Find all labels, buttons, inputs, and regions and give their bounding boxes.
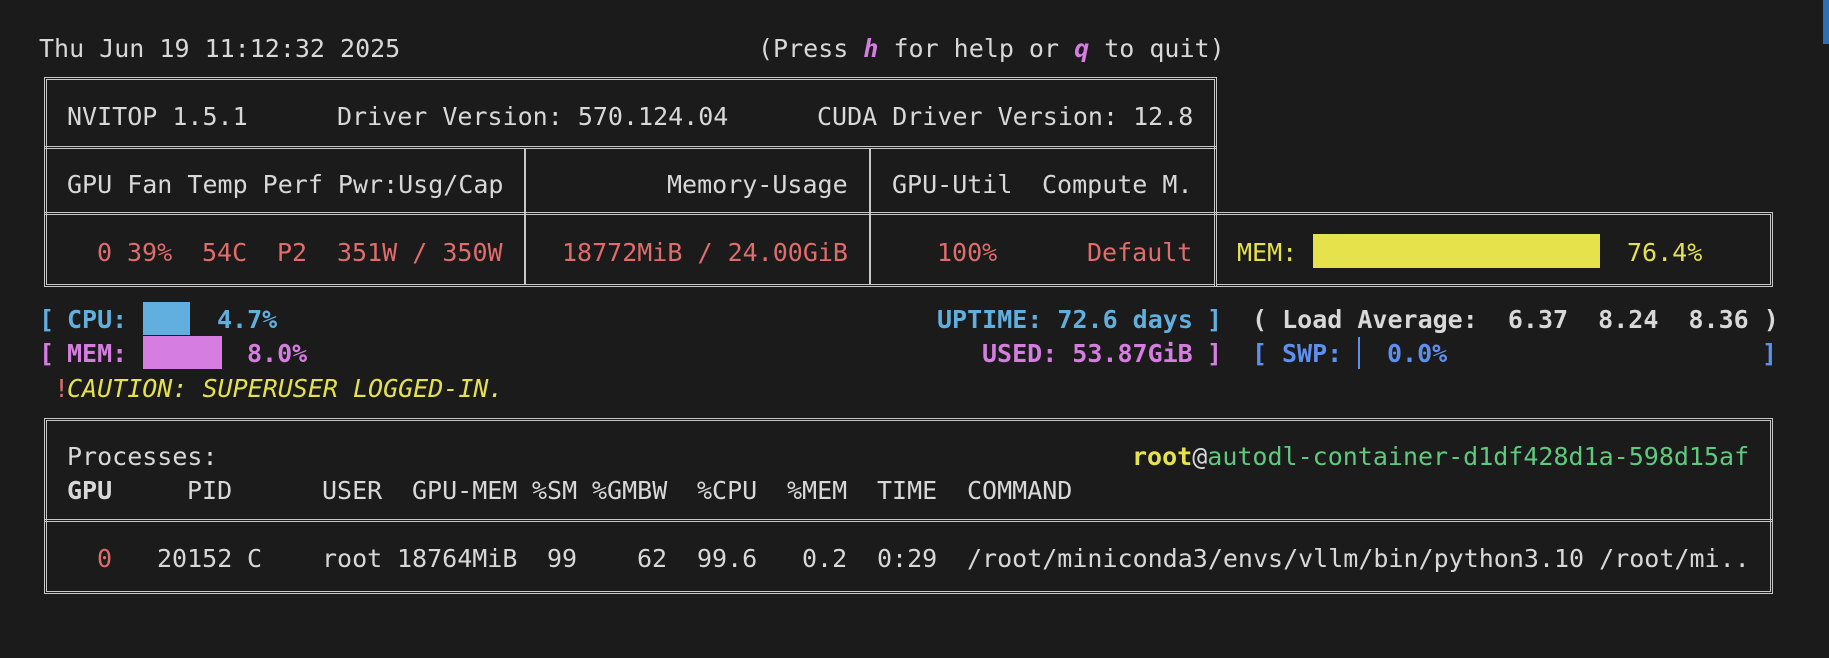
gpu-index: 0 xyxy=(97,238,113,267)
proc-gpu-mem: 18764MiB xyxy=(397,544,518,573)
header-gpu-util: GPU-Util xyxy=(892,170,1013,199)
swp-bar xyxy=(1358,337,1360,369)
proc-sm: 99 xyxy=(547,544,578,573)
col-mem: %MEM xyxy=(787,476,848,505)
scrollbar-thumb[interactable] xyxy=(1823,0,1829,44)
swp-label: SWP: xyxy=(1282,339,1343,368)
col-cpu: %CPU xyxy=(697,476,758,505)
col-gpu: GPU xyxy=(67,476,113,505)
proc-gmbw: 62 xyxy=(637,544,668,573)
proc-time: 0:29 xyxy=(877,544,938,573)
col-gpu-mem: GPU-MEM xyxy=(412,476,518,505)
col-user: USER xyxy=(322,476,383,505)
uptime: UPTIME: 72.6 days xyxy=(937,305,1193,334)
proc-gpu: 0 xyxy=(97,544,113,573)
caution-message: CAUTION: SUPERUSER LOGGED-IN. xyxy=(67,374,504,403)
host-mem-label: MEM: xyxy=(67,339,128,368)
header-gpu-fan-temp: GPU Fan Temp Perf Pwr:Usg/Cap xyxy=(67,170,504,199)
col-command: COMMAND xyxy=(967,476,1073,505)
header-compute-mode: Compute M. xyxy=(1042,170,1193,199)
help-hint: (Press h for help or q to quit) xyxy=(758,34,1225,63)
user-host: root@autodl-container-d1df428d1a-598d15a… xyxy=(1132,442,1750,471)
divider xyxy=(44,212,1217,215)
proc-user: root xyxy=(322,544,383,573)
perf-state: P2 xyxy=(277,238,308,267)
divider xyxy=(44,146,1217,149)
cpu-bar xyxy=(143,302,190,335)
proc-type: C xyxy=(247,544,263,573)
divider xyxy=(524,148,526,284)
proc-cpu: 99.6 xyxy=(697,544,758,573)
driver-version: Driver Version: 570.124.04 xyxy=(337,102,729,131)
host-mem-bar xyxy=(143,336,222,369)
gpu-util: 100% xyxy=(937,238,998,267)
help-key: h xyxy=(863,34,879,63)
datetime: Thu Jun 19 11:12:32 2025 xyxy=(39,34,401,63)
host-mem-percent: 8.0% xyxy=(247,339,308,368)
header-memory-usage: Memory-Usage xyxy=(667,170,848,199)
swp-open-bracket: [ xyxy=(1252,339,1268,368)
divider xyxy=(869,148,871,284)
uptime-close-bracket: ] xyxy=(1207,305,1223,334)
swp-percent: 0.0% xyxy=(1387,339,1448,368)
gpu-mem-label: MEM: xyxy=(1237,238,1298,267)
mem-used: USED: 53.87GiB xyxy=(982,339,1193,368)
proc-command: /root/miniconda3/envs/vllm/bin/python3.1… xyxy=(967,544,1750,573)
used-close-bracket: ] xyxy=(1207,339,1223,368)
processes-title: Processes: xyxy=(67,442,218,471)
nvitop-version: NVITOP 1.5.1 xyxy=(67,102,248,131)
col-time: TIME xyxy=(877,476,938,505)
fan-speed: 39% xyxy=(127,238,173,267)
proc-mem: 0.2 xyxy=(802,544,848,573)
cpu-percent: 4.7% xyxy=(217,305,278,334)
gpu-mem-percent: 76.4% xyxy=(1627,238,1703,267)
power-usage: 351W / 350W xyxy=(337,238,503,267)
mem-open-bracket: [ xyxy=(39,339,55,368)
proc-pid: 20152 xyxy=(157,544,233,573)
memory-usage: 18772MiB / 24.00GiB xyxy=(562,238,848,267)
cuda-version: CUDA Driver Version: 12.8 xyxy=(817,102,1194,131)
quit-key: q xyxy=(1074,34,1090,63)
compute-mode: Default xyxy=(1087,238,1193,267)
swp-close-bracket: ] xyxy=(1762,339,1778,368)
cpu-open-bracket: [ xyxy=(39,305,55,334)
temperature: 54C xyxy=(202,238,248,267)
cpu-label: CPU: xyxy=(67,305,128,334)
col-gmbw: %GMBW xyxy=(592,476,668,505)
gpu-mem-bar xyxy=(1313,234,1600,268)
col-sm: %SM xyxy=(532,476,578,505)
col-pid: PID xyxy=(187,476,233,505)
load-average: ( Load Average: 6.37 8.24 8.36 ) xyxy=(1252,305,1779,334)
divider xyxy=(44,519,1773,522)
